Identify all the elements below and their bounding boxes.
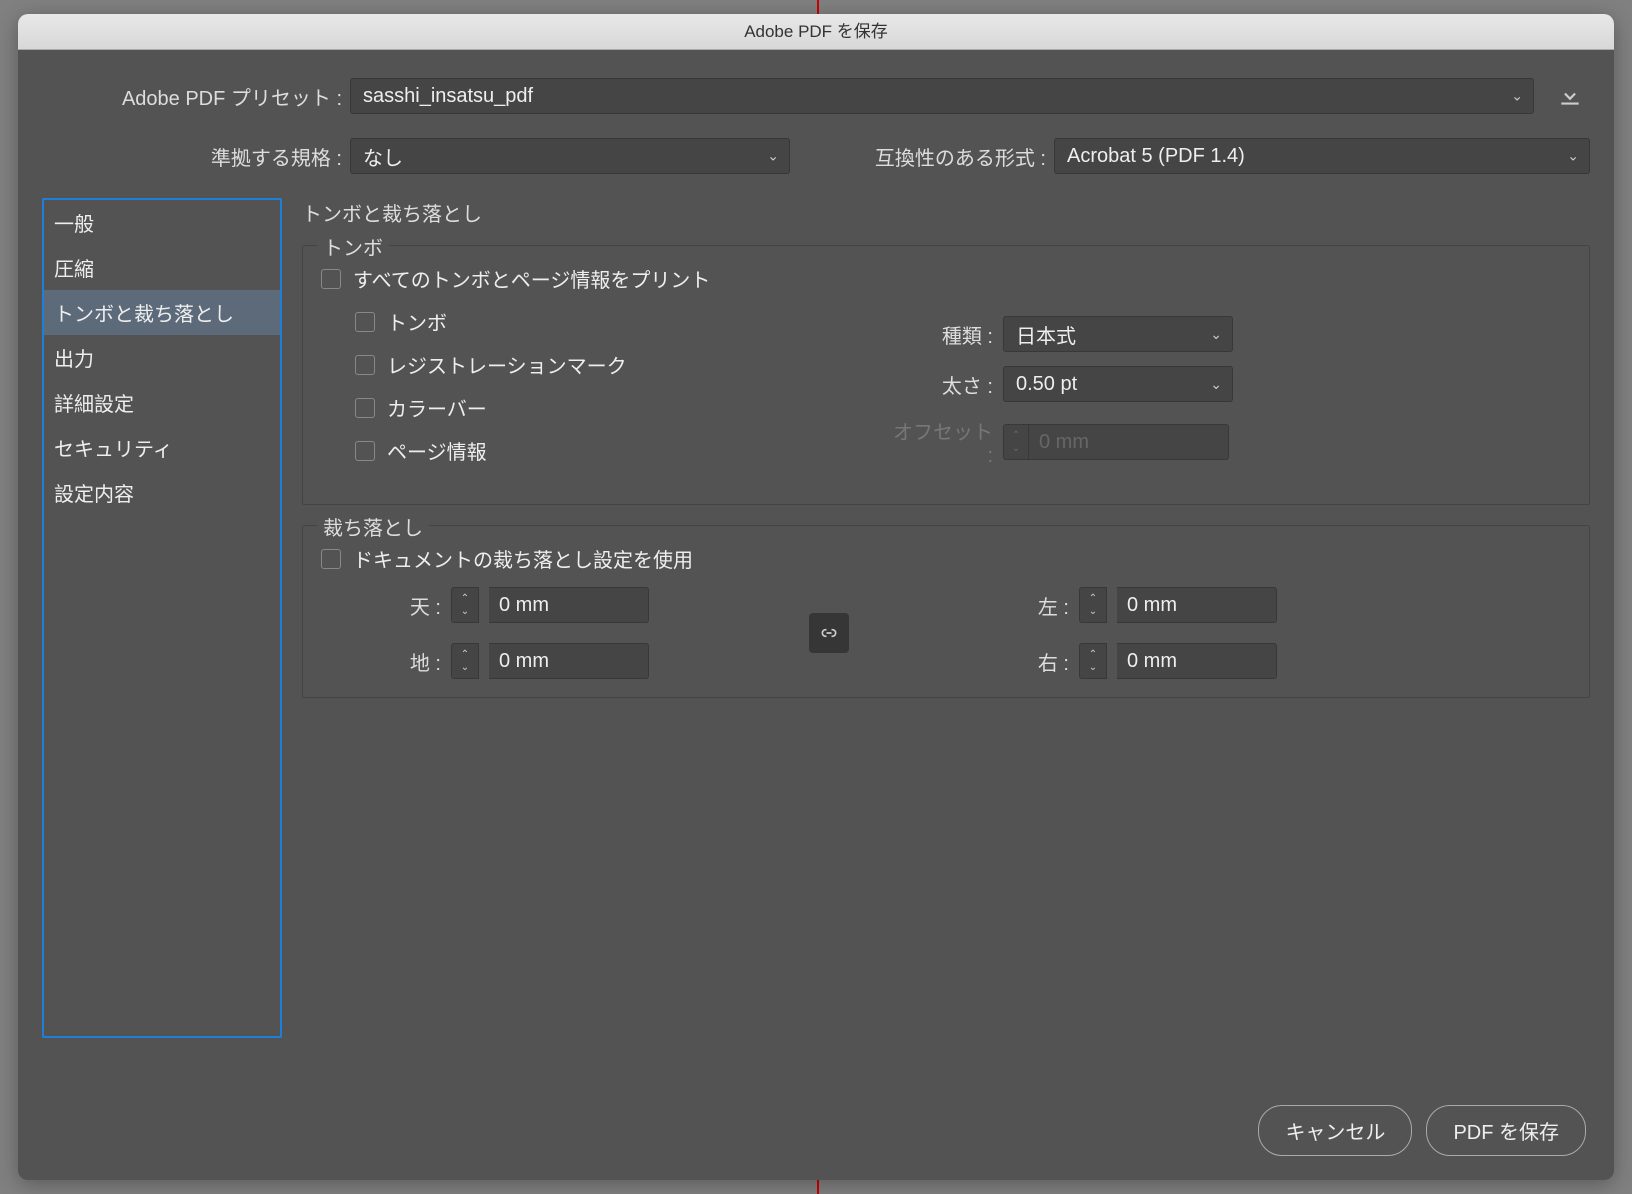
use-doc-bleed-label: ドキュメントの裁ち落とし設定を使用 xyxy=(353,544,693,573)
color-bars-label: カラーバー xyxy=(387,393,487,422)
chevron-down-icon: ⌄ xyxy=(1210,326,1222,343)
trim-marks-checkbox[interactable] xyxy=(355,312,375,332)
bleed-bottom-label: 地 : xyxy=(381,647,441,676)
color-bars-checkbox[interactable] xyxy=(355,398,375,418)
page-info-checkbox[interactable] xyxy=(355,441,375,461)
bleed-fieldset: 裁ち落とし ドキュメントの裁ち落とし設定を使用 天 : ⌃⌄ 0 mm xyxy=(302,525,1590,698)
chevron-down-icon: ⌄ xyxy=(1511,88,1523,105)
page-info-label: ページ情報 xyxy=(387,436,487,465)
registration-marks-label: レジストレーションマーク xyxy=(387,350,627,379)
preset-dropdown[interactable]: sasshi_insatsu_pdf ⌄ xyxy=(350,78,1534,114)
sidebar-item-compression[interactable]: 圧縮 xyxy=(44,245,280,290)
bleed-bottom-input[interactable]: 0 mm xyxy=(489,643,649,679)
bleed-legend: 裁ち落とし xyxy=(317,512,429,541)
offset-label: オフセット : xyxy=(883,416,993,468)
standard-dropdown[interactable]: なし ⌄ xyxy=(350,138,790,174)
download-icon[interactable] xyxy=(1550,78,1590,114)
use-doc-bleed-checkbox[interactable] xyxy=(321,549,341,569)
compat-label: 互換性のある形式 : xyxy=(806,142,1046,171)
sidebar-item-general[interactable]: 一般 xyxy=(44,200,280,245)
bleed-top-input[interactable]: 0 mm xyxy=(489,587,649,623)
mark-type-label: 種類 : xyxy=(883,320,993,349)
sidebar-item-security[interactable]: セキュリティ xyxy=(44,425,280,470)
save-pdf-button[interactable]: PDF を保存 xyxy=(1426,1105,1586,1156)
bleed-left-label: 左 : xyxy=(1009,591,1069,620)
bleed-right-spinner[interactable]: ⌃⌄ xyxy=(1079,643,1107,679)
all-marks-checkbox[interactable] xyxy=(321,269,341,289)
sidebar-item-summary[interactable]: 設定内容 xyxy=(44,470,280,515)
cancel-button[interactable]: キャンセル xyxy=(1258,1105,1412,1156)
mark-weight-label: 太さ : xyxy=(883,370,993,399)
mark-type-dropdown[interactable]: 日本式 ⌄ xyxy=(1003,316,1233,352)
compat-value: Acrobat 5 (PDF 1.4) xyxy=(1067,145,1245,168)
bleed-right-input[interactable]: 0 mm xyxy=(1117,643,1277,679)
panel-title: トンボと裁ち落とし xyxy=(302,198,1590,227)
window-title: Adobe PDF を保存 xyxy=(18,14,1614,50)
bleed-left-input[interactable]: 0 mm xyxy=(1117,587,1277,623)
marks-fieldset: トンボ すべてのトンボとページ情報をプリント トンボ レジストレーションマーク xyxy=(302,245,1590,505)
bleed-bottom-spinner[interactable]: ⌃⌄ xyxy=(451,643,479,679)
preset-label: Adobe PDF プリセット : xyxy=(42,82,342,111)
bleed-top-label: 天 : xyxy=(381,591,441,620)
compat-dropdown[interactable]: Acrobat 5 (PDF 1.4) ⌄ xyxy=(1054,138,1590,174)
mark-weight-dropdown[interactable]: 0.50 pt ⌄ xyxy=(1003,366,1233,402)
chevron-down-icon: ⌄ xyxy=(1210,376,1222,393)
chevron-down-icon: ⌄ xyxy=(767,148,779,165)
mark-type-value: 日本式 xyxy=(1016,320,1076,349)
offset-input: 0 mm xyxy=(1029,424,1229,460)
sidebar-item-marks-bleed[interactable]: トンボと裁ち落とし xyxy=(44,290,280,335)
save-pdf-dialog: Adobe PDF を保存 Adobe PDF プリセット : sasshi_i… xyxy=(18,14,1614,1180)
trim-marks-label: トンボ xyxy=(387,307,447,336)
bleed-left-spinner[interactable]: ⌃⌄ xyxy=(1079,587,1107,623)
standard-label: 準拠する規格 : xyxy=(42,142,342,171)
bleed-right-label: 右 : xyxy=(1009,647,1069,676)
marks-legend: トンボ xyxy=(317,232,389,261)
link-icon[interactable] xyxy=(809,613,849,653)
standard-value: なし xyxy=(363,142,403,171)
all-marks-label: すべてのトンボとページ情報をプリント xyxy=(353,264,710,293)
category-sidebar: 一般 圧縮 トンボと裁ち落とし 出力 詳細設定 セキュリティ 設定内容 xyxy=(42,198,282,1038)
sidebar-item-output[interactable]: 出力 xyxy=(44,335,280,380)
registration-marks-checkbox[interactable] xyxy=(355,355,375,375)
sidebar-item-advanced[interactable]: 詳細設定 xyxy=(44,380,280,425)
offset-spinner: ⌃⌄ xyxy=(1003,424,1029,460)
chevron-down-icon: ⌄ xyxy=(1567,148,1579,165)
mark-weight-value: 0.50 pt xyxy=(1016,373,1077,396)
bleed-top-spinner[interactable]: ⌃⌄ xyxy=(451,587,479,623)
preset-value: sasshi_insatsu_pdf xyxy=(363,85,533,108)
